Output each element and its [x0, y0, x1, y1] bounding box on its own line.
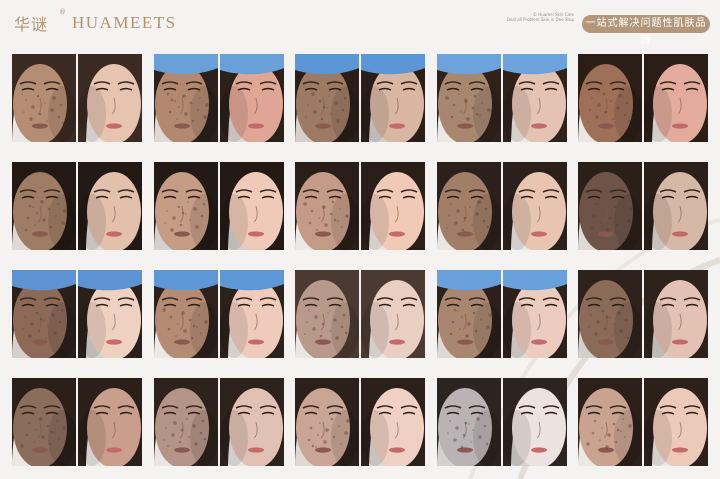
before-photo [153, 270, 218, 358]
after-photo [644, 270, 708, 358]
before-photo [295, 378, 359, 466]
after-photo [361, 378, 425, 466]
case-pair [295, 378, 425, 466]
before-photo [436, 270, 501, 358]
before-photo [436, 378, 501, 466]
case-pair [295, 54, 425, 142]
case-pair [436, 54, 567, 142]
after-photo [78, 54, 142, 142]
case-pair [153, 270, 284, 358]
before-photo [578, 378, 642, 466]
after-photo [502, 54, 567, 142]
after-photo [361, 54, 425, 142]
case-pair [153, 54, 284, 142]
after-photo [78, 270, 142, 358]
before-photo [153, 378, 218, 466]
after-photo [78, 162, 142, 250]
case-pair [578, 270, 708, 358]
case-pair [436, 270, 567, 358]
before-photo [12, 54, 76, 142]
brand-fine-print: © Huamei Skin Care Deal all Problem Skin… [498, 12, 574, 22]
before-photo [578, 162, 642, 250]
case-pair [153, 162, 284, 250]
fine-print-line: Deal all Problem Skin in One Stop [506, 17, 574, 22]
case-pair [12, 54, 142, 142]
before-photo [153, 54, 218, 142]
after-photo [644, 54, 708, 142]
after-photo [219, 378, 284, 466]
case-pair [295, 162, 425, 250]
after-photo [502, 378, 567, 466]
after-photo [219, 270, 284, 358]
case-pair [436, 162, 567, 250]
before-photo [12, 270, 76, 358]
after-photo [361, 270, 425, 358]
case-pair [436, 378, 567, 466]
before-photo [295, 54, 359, 142]
after-photo [502, 270, 567, 358]
before-photo [436, 54, 501, 142]
case-pair [578, 54, 708, 142]
after-photo [502, 162, 567, 250]
slogan-badge: 一站式解决问题性肌肤品牌 [582, 15, 710, 47]
after-photo [219, 54, 284, 142]
before-photo [436, 162, 501, 250]
case-pair [153, 378, 284, 466]
before-photo [295, 270, 359, 358]
case-pair [295, 270, 425, 358]
brand-name-cn: 华谜 [14, 15, 49, 34]
brand-name-en: HUAMEETS [72, 13, 177, 32]
after-photo [219, 162, 284, 250]
after-photo [644, 162, 708, 250]
before-photo [12, 378, 76, 466]
before-photo [153, 162, 218, 250]
case-pair [578, 162, 708, 250]
after-photo [644, 378, 708, 466]
case-pair [12, 270, 142, 358]
before-photo [12, 162, 76, 250]
before-photo [578, 54, 642, 142]
before-photo [578, 270, 642, 358]
after-photo [78, 378, 142, 466]
case-pair [12, 378, 142, 466]
registered-mark: ® [59, 8, 66, 16]
before-photo [295, 162, 359, 250]
after-photo [361, 162, 425, 250]
case-pair [578, 378, 708, 466]
header: 华谜 ® HUAMEETS © Huamei Skin Care Deal al… [0, 0, 720, 47]
case-pair [12, 162, 142, 250]
